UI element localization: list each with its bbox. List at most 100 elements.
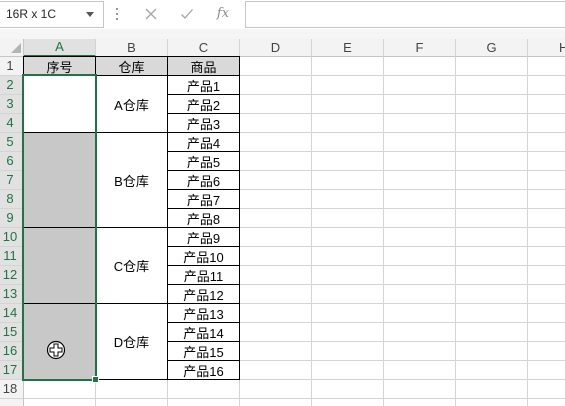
cell-D17[interactable] — [240, 361, 312, 380]
cell-A10-A13-merged[interactable] — [23, 227, 96, 304]
cell-F8[interactable] — [384, 190, 456, 209]
row-header-11[interactable]: 11 — [0, 247, 24, 266]
name-box[interactable]: 16R x 1C — [0, 1, 104, 28]
cell-G9[interactable] — [456, 209, 528, 228]
cell-F12[interactable] — [384, 266, 456, 285]
cell-E12[interactable] — [312, 266, 384, 285]
column-header-G[interactable]: G — [456, 39, 528, 57]
cell-C13[interactable]: 产品12 — [167, 284, 240, 304]
row-header-13[interactable]: 13 — [0, 285, 24, 304]
cell-F2[interactable] — [384, 76, 456, 95]
cell-C18[interactable] — [168, 380, 240, 399]
cell-G13[interactable] — [456, 285, 528, 304]
cell-C6[interactable]: 产品5 — [167, 151, 240, 171]
cell-B2-B4-merged[interactable]: A仓库 — [95, 75, 168, 133]
column-header-B[interactable]: B — [96, 39, 168, 57]
cell-F4[interactable] — [384, 114, 456, 133]
cell-D15[interactable] — [240, 323, 312, 342]
cell-F9[interactable] — [384, 209, 456, 228]
cell-H9[interactable] — [528, 209, 565, 228]
cell-C3[interactable]: 产品2 — [167, 94, 240, 114]
cell-E18[interactable] — [312, 380, 384, 399]
cell-D14[interactable] — [240, 304, 312, 323]
column-header-C[interactable]: C — [168, 39, 240, 57]
cell-G6[interactable] — [456, 152, 528, 171]
column-header-D[interactable]: D — [240, 39, 312, 57]
cell-D7[interactable] — [240, 171, 312, 190]
cell-F5[interactable] — [384, 133, 456, 152]
cell-C9[interactable]: 产品8 — [167, 208, 240, 228]
cell-A5-A9-merged[interactable] — [23, 132, 96, 228]
cell-D3[interactable] — [240, 95, 312, 114]
cell-F13[interactable] — [384, 285, 456, 304]
row-header-5[interactable]: 5 — [0, 133, 24, 152]
cell-H13[interactable] — [528, 285, 565, 304]
cell-D4[interactable] — [240, 114, 312, 133]
cell-C5[interactable]: 产品4 — [167, 132, 240, 152]
chevron-down-icon[interactable] — [86, 12, 94, 17]
cell-G17[interactable] — [456, 361, 528, 380]
row-header-8[interactable]: 8 — [0, 190, 24, 209]
cell-H18[interactable] — [528, 380, 565, 399]
column-header-F[interactable]: F — [384, 39, 456, 57]
cell-F10[interactable] — [384, 228, 456, 247]
cell-C12[interactable]: 产品11 — [167, 265, 240, 285]
cell-E10[interactable] — [312, 228, 384, 247]
cell-F16[interactable] — [384, 342, 456, 361]
cell-A18[interactable] — [24, 380, 96, 399]
row-header-6[interactable]: 6 — [0, 152, 24, 171]
cell-H4[interactable] — [528, 114, 565, 133]
cell-B18[interactable] — [96, 380, 168, 399]
cell-G18[interactable] — [456, 380, 528, 399]
cell-A1-header[interactable]: 序号 — [23, 56, 96, 76]
cell-F6[interactable] — [384, 152, 456, 171]
row-header-15[interactable]: 15 — [0, 323, 24, 342]
cell-F15[interactable] — [384, 323, 456, 342]
cancel-entry-button[interactable] — [144, 7, 158, 21]
cell-H3[interactable] — [528, 95, 565, 114]
cell-F18[interactable] — [384, 380, 456, 399]
cell-G8[interactable] — [456, 190, 528, 209]
row-header-7[interactable]: 7 — [0, 171, 24, 190]
cell-H11[interactable] — [528, 247, 565, 266]
cell-G15[interactable] — [456, 323, 528, 342]
cell-E5[interactable] — [312, 133, 384, 152]
cell-H2[interactable] — [528, 76, 565, 95]
cell-H16[interactable] — [528, 342, 565, 361]
cell-C2[interactable]: 产品1 — [167, 75, 240, 95]
cell-D13[interactable] — [240, 285, 312, 304]
cell-B1-header[interactable]: 仓库 — [95, 56, 168, 76]
cell-G14[interactable] — [456, 304, 528, 323]
cell-H10[interactable] — [528, 228, 565, 247]
cell-C4[interactable]: 产品3 — [167, 113, 240, 133]
cell-D8[interactable] — [240, 190, 312, 209]
cell-C10[interactable]: 产品9 — [167, 227, 240, 247]
cell-F17[interactable] — [384, 361, 456, 380]
row-header-12[interactable]: 12 — [0, 266, 24, 285]
row-header-1[interactable]: 1 — [0, 57, 24, 76]
row-header-18[interactable]: 18 — [0, 380, 24, 399]
cell-F1[interactable] — [384, 57, 456, 76]
cell-E8[interactable] — [312, 190, 384, 209]
cell-E7[interactable] — [312, 171, 384, 190]
cell-F14[interactable] — [384, 304, 456, 323]
cell-E3[interactable] — [312, 95, 384, 114]
cell-A2-A4-merged-active[interactable] — [23, 75, 96, 133]
cell-H5[interactable] — [528, 133, 565, 152]
cell-G2[interactable] — [456, 76, 528, 95]
formula-input[interactable] — [245, 1, 565, 28]
row-header-2[interactable]: 2 — [0, 76, 24, 95]
cell-G12[interactable] — [456, 266, 528, 285]
cell-D9[interactable] — [240, 209, 312, 228]
column-header-A[interactable]: A — [24, 39, 96, 57]
cell-C11[interactable]: 产品10 — [167, 246, 240, 266]
cell-H1[interactable] — [528, 57, 565, 76]
cell-D12[interactable] — [240, 266, 312, 285]
cell-H14[interactable] — [528, 304, 565, 323]
cell-G11[interactable] — [456, 247, 528, 266]
cell-E2[interactable] — [312, 76, 384, 95]
cell-E13[interactable] — [312, 285, 384, 304]
cell-H12[interactable] — [528, 266, 565, 285]
cell-A14-A17-merged[interactable] — [23, 303, 96, 380]
cell-E9[interactable] — [312, 209, 384, 228]
